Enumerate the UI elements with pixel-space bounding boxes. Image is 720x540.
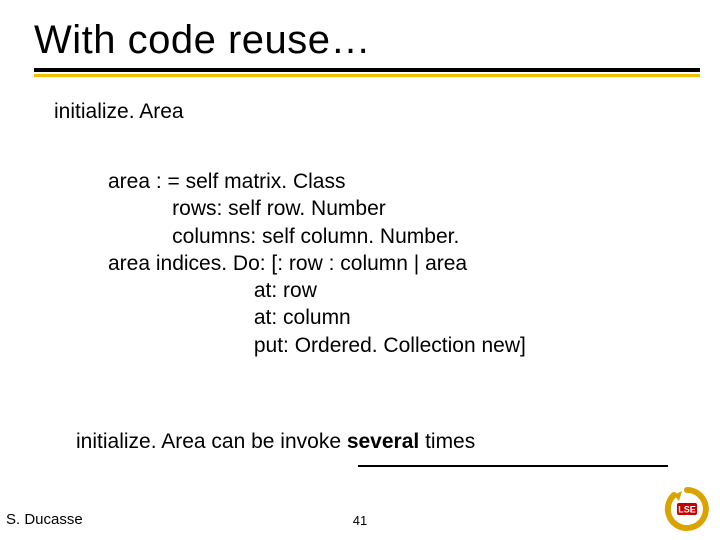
code-line: put: Ordered. Collection new]	[108, 334, 526, 357]
code-line: columns: self column. Number.	[108, 225, 459, 248]
lse-logo: LSE	[664, 486, 710, 532]
code-line: area indices. Do: [: row : column | area	[108, 252, 467, 275]
method-name: initialize. Area	[54, 100, 184, 124]
note-bold: several	[347, 430, 419, 453]
logo-text: LSE	[678, 505, 696, 515]
title-underline-yellow	[34, 74, 700, 77]
footer-author: S. Ducasse	[6, 511, 83, 528]
code-line: area : = self matrix. Class	[108, 170, 346, 193]
note-prefix: initialize. Area can be invoke	[76, 430, 347, 453]
note-text: initialize. Area can be invoke several t…	[76, 430, 475, 454]
code-line: at: row	[108, 279, 317, 302]
code-line: at: column	[108, 306, 351, 329]
title-underline-dark	[34, 68, 700, 72]
code-block: area : = self matrix. Class rows: self r…	[108, 168, 526, 359]
title-block: With code reuse…	[34, 18, 700, 77]
code-line: rows: self row. Number	[108, 197, 386, 220]
footer-page-number: 41	[353, 513, 367, 528]
note-underline	[358, 465, 668, 467]
note-suffix: times	[419, 430, 475, 453]
slide-title: With code reuse…	[34, 18, 700, 62]
